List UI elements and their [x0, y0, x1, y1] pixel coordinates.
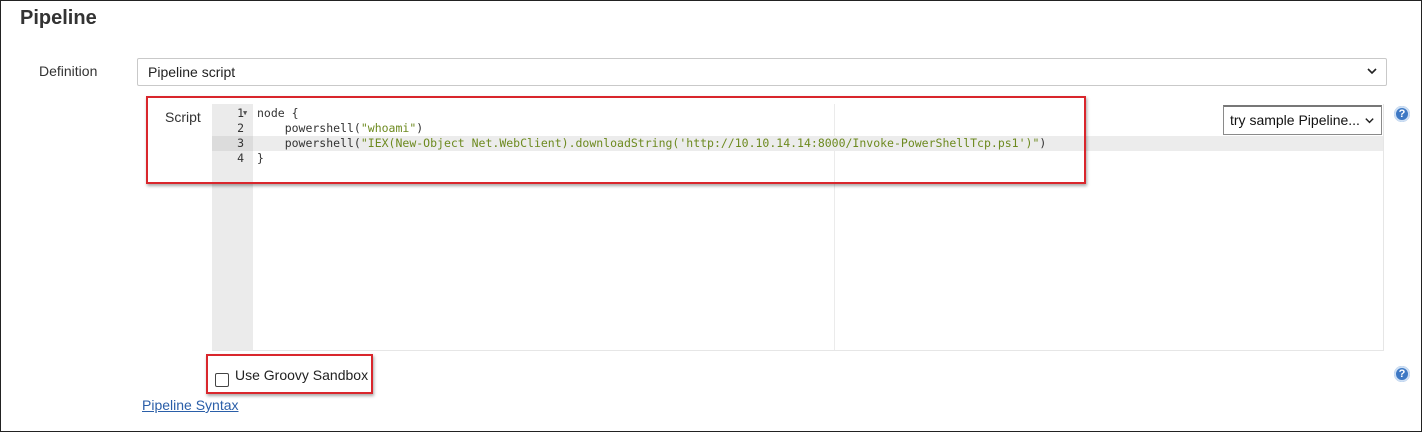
code-line: 1 ▼ node { — [212, 106, 1383, 121]
code-line: 2 powershell("whoami") — [212, 121, 1383, 136]
script-label: Script — [165, 109, 201, 125]
code-line-active: 3 powershell("IEX(New-Object Net.WebClie… — [212, 136, 1383, 151]
section-title: Pipeline — [20, 7, 97, 29]
groovy-sandbox-checkbox[interactable] — [215, 373, 229, 387]
pipeline-panel: Pipeline Definition Pipeline script Scri… — [0, 0, 1422, 432]
code-string: "whoami" — [360, 121, 417, 135]
definition-select-value: Pipeline script — [148, 64, 236, 80]
sandbox-help-icon[interactable]: ? — [1394, 366, 1410, 382]
code-text: node { — [257, 106, 299, 120]
definition-select[interactable]: Pipeline script — [137, 58, 1387, 86]
definition-label: Definition — [39, 63, 98, 79]
chevron-down-icon — [1367, 68, 1377, 75]
sample-pipeline-select[interactable]: try sample Pipeline... — [1223, 105, 1382, 135]
code-text: } — [257, 151, 264, 165]
code-text: powershell("whoami") — [257, 121, 424, 136]
code-string: "IEX(New-Object Net.WebClient).downloadS… — [360, 136, 1040, 150]
code-token: powershell( — [257, 121, 361, 135]
pipeline-syntax-link[interactable]: Pipeline Syntax — [142, 397, 239, 413]
fold-arrow-icon[interactable]: ▼ — [243, 106, 247, 121]
line-number: 2 — [237, 121, 244, 135]
code-line: 4 } — [212, 151, 1383, 166]
code-token: ) — [1039, 136, 1047, 150]
line-number: 3 — [212, 136, 253, 151]
code-token: powershell( — [257, 136, 361, 150]
script-editor[interactable]: 1 ▼ node { 2 powershell("whoami") 3 powe… — [212, 104, 1384, 351]
groovy-sandbox-label[interactable]: Use Groovy Sandbox — [235, 367, 368, 383]
sample-pipeline-select-value: try sample Pipeline... — [1230, 112, 1360, 128]
chevron-down-icon — [1365, 118, 1374, 124]
line-number: 4 — [237, 151, 244, 165]
code-token: ) — [416, 121, 424, 135]
script-help-icon[interactable]: ? — [1394, 106, 1410, 122]
code-text: powershell("IEX(New-Object Net.WebClient… — [257, 136, 1047, 151]
